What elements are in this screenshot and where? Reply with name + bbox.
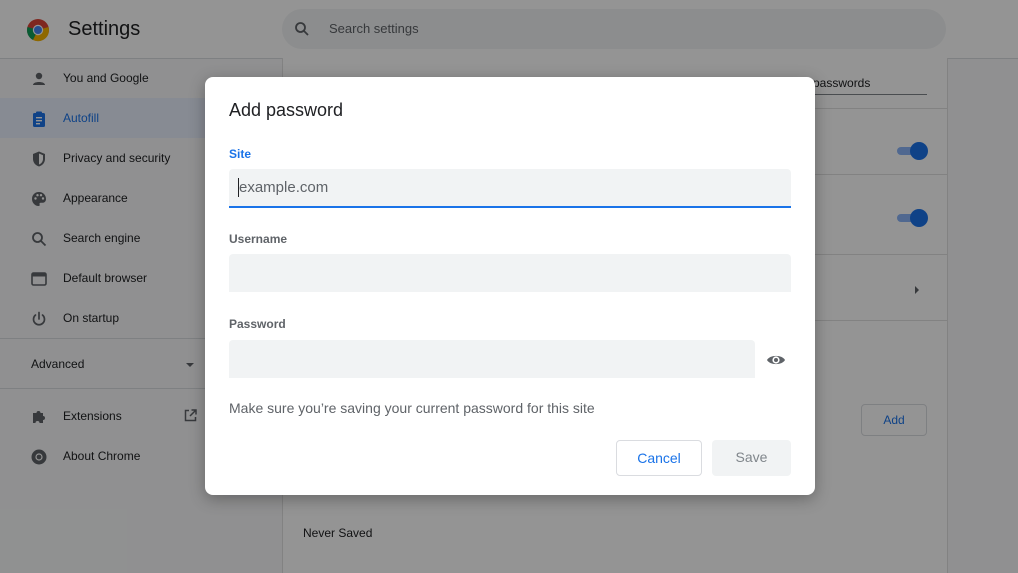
password-label: Password [229, 317, 286, 331]
password-input[interactable] [229, 340, 755, 378]
save-password-note: Make sure you’re saving your current pas… [229, 400, 595, 416]
cancel-button[interactable]: Cancel [616, 440, 702, 476]
settings-app: Settings Search settings You and Google [0, 0, 1018, 573]
username-input[interactable] [229, 254, 791, 292]
site-placeholder: example.com [239, 179, 329, 196]
dialog-title: Add password [229, 100, 344, 120]
site-input[interactable]: example.com [229, 169, 791, 208]
site-label: Site [229, 147, 252, 161]
add-password-dialog: Add password Site example.com Username P… [205, 77, 815, 495]
save-button[interactable]: Save [712, 440, 791, 476]
show-password-eye-icon[interactable] [766, 350, 786, 370]
username-label: Username [229, 232, 288, 246]
